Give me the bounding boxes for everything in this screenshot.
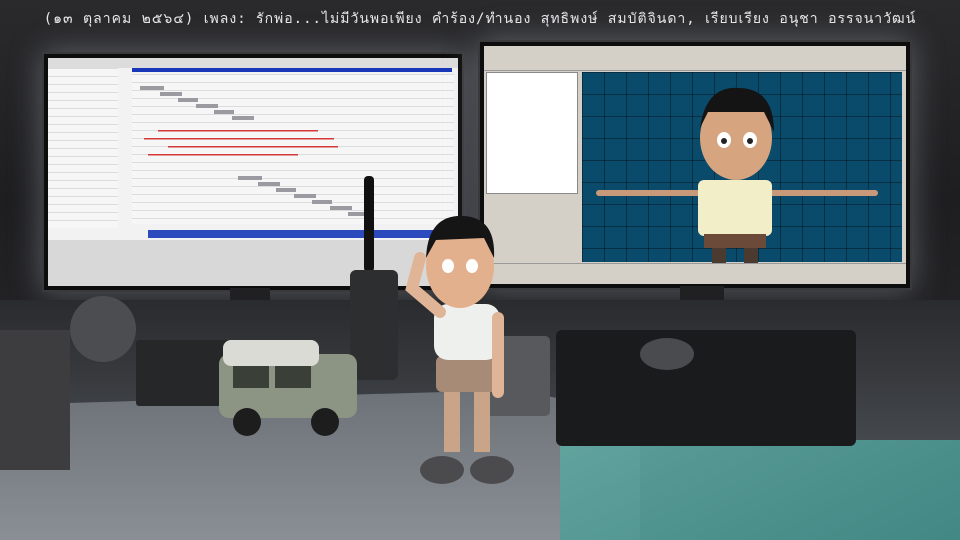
right-monitor (478, 40, 912, 290)
boy-eye-right (466, 259, 478, 273)
radio-antenna (364, 176, 374, 272)
modeler-toolbar (484, 46, 906, 71)
modeler-scene-tree (486, 72, 578, 194)
land-rover-window (233, 366, 269, 388)
daw-notes (140, 86, 368, 216)
cartoon-boy-character (405, 215, 514, 484)
boy-shoe-left (420, 456, 464, 484)
boy-leg-right (474, 388, 490, 452)
model-pupil-right (747, 138, 753, 144)
model-shorts (704, 234, 766, 248)
daw-notes-svg (48, 86, 458, 286)
rigged-character-model (596, 87, 878, 266)
modeler-viewport (582, 72, 902, 266)
desk-mat (560, 440, 960, 540)
boy-shorts (436, 356, 498, 392)
desk-fan (70, 296, 136, 362)
boy-eye-left (442, 259, 454, 273)
boy-arm-down (492, 312, 504, 398)
computer-mouse (640, 338, 694, 370)
boy-shoe-right (470, 456, 514, 484)
shelf (0, 330, 70, 470)
modeler-statusbar (484, 263, 906, 284)
mousepad (556, 330, 856, 446)
boy-leg-left (444, 388, 460, 452)
photo-caption: (๑๓ ตุลาคม ๒๕๖๔) เพลง: รักพ่อ...ไม่มีวัน… (43, 11, 917, 27)
model-pupil-left (721, 138, 727, 144)
daw-velocity-marks (144, 130, 338, 156)
land-rover-wheel-front (233, 408, 261, 436)
land-rover-roof (223, 340, 319, 366)
land-rover-window-rear (275, 366, 311, 388)
land-rover-wheel-rear (311, 408, 339, 436)
model-shirt (698, 180, 772, 236)
photo-scene: (๑๓ ตุลาคม ๒๕๖๔) เพลง: รักพ่อ...ไม่มีวัน… (0, 0, 960, 540)
right-monitor-screen (484, 46, 906, 284)
left-monitor-screen (48, 58, 458, 286)
toy-land-rover (219, 340, 357, 436)
